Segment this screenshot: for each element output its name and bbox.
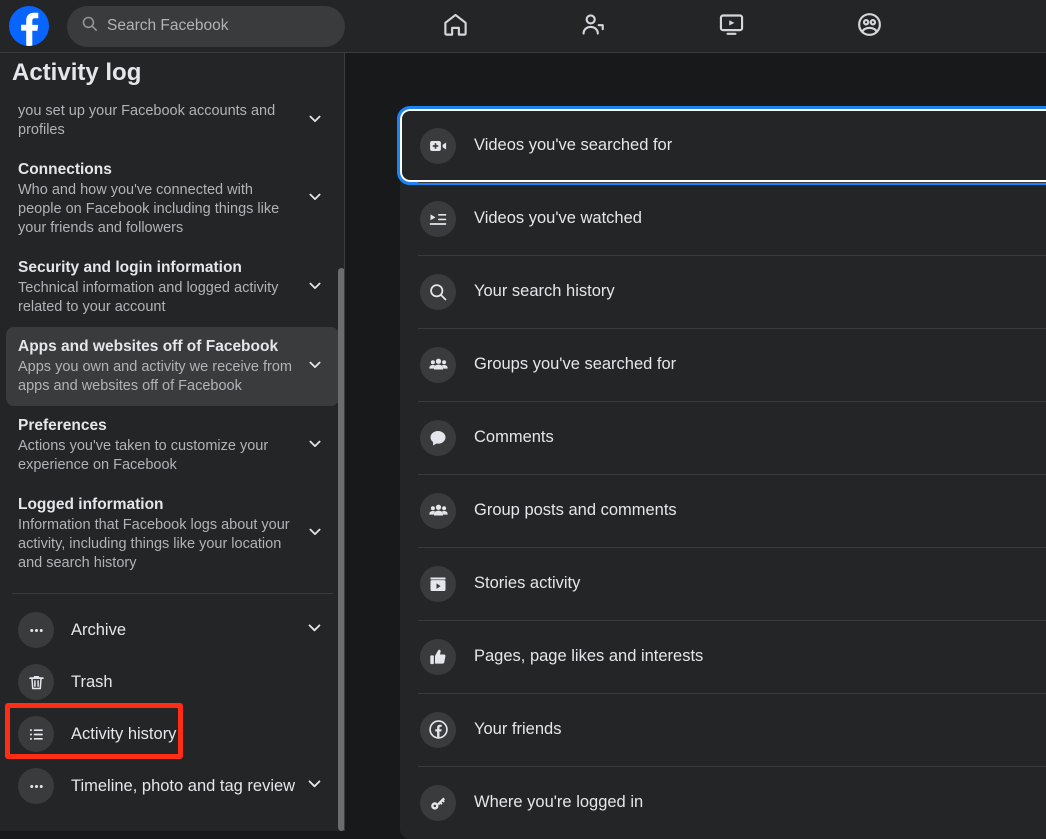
- activity-category-list: Videos you've searched for Videos you've…: [400, 109, 1046, 839]
- key-icon: [420, 785, 456, 821]
- chevron-down-icon[interactable]: [306, 619, 323, 641]
- search-placeholder: Search Facebook: [107, 17, 229, 35]
- chevron-down-icon[interactable]: [307, 524, 323, 545]
- list-icon: [18, 716, 54, 752]
- search-input[interactable]: Search Facebook: [67, 6, 345, 47]
- comment-icon: [420, 420, 456, 456]
- sidebar-item-activity-history[interactable]: Activity history: [6, 708, 339, 760]
- sidebar-section-title: Connections: [18, 160, 297, 180]
- list-item-group-posts-and-comments[interactable]: Group posts and comments: [400, 474, 1046, 547]
- list-item-label: Comments: [474, 428, 554, 447]
- list-item-videos-watched[interactable]: Videos you've watched: [400, 182, 1046, 255]
- facebook-icon: [420, 712, 456, 748]
- list-item-pages-likes-interests[interactable]: Pages, page likes and interests: [400, 620, 1046, 693]
- list-item-groups-searched-for[interactable]: Groups you've searched for: [400, 328, 1046, 401]
- main-content: Videos you've searched for Videos you've…: [345, 53, 1046, 831]
- groups-icon: [420, 493, 456, 529]
- list-item-label: Pages, page likes and interests: [474, 647, 703, 666]
- top-navigation-bar: Search Facebook: [0, 0, 1046, 53]
- sidebar-section-preferences[interactable]: Preferences Actions you've taken to cust…: [6, 406, 339, 485]
- thumbs-up-icon: [420, 639, 456, 675]
- list-item-search-history[interactable]: Your search history: [400, 255, 1046, 328]
- chevron-down-icon[interactable]: [307, 356, 323, 377]
- list-item-your-friends[interactable]: Your friends: [400, 693, 1046, 766]
- nav-watch-button[interactable]: [676, 0, 786, 53]
- sidebar-section-description: Apps you own and activity we receive fro…: [18, 358, 297, 396]
- chevron-down-icon[interactable]: [307, 435, 323, 456]
- search-icon: [81, 15, 98, 37]
- list-item-label: Stories activity: [474, 574, 580, 593]
- friends-icon: [580, 11, 607, 43]
- sidebar-section-title: Preferences: [18, 416, 297, 436]
- sidebar-section-description: Information that Facebook logs about you…: [18, 516, 297, 573]
- groups-icon: [420, 347, 456, 383]
- search-icon: [420, 274, 456, 310]
- sidebar: you set up your Facebook accounts and pr…: [0, 53, 345, 831]
- sidebar-scrollbar[interactable]: [338, 268, 345, 831]
- sidebar-section-connections[interactable]: Connections Who and how you've connected…: [6, 150, 339, 248]
- nav-button-group: [400, 0, 924, 53]
- sidebar-item-label: Trash: [71, 673, 113, 692]
- facebook-logo[interactable]: [9, 6, 49, 46]
- sidebar-item-trash[interactable]: Trash: [6, 656, 339, 708]
- ellipsis-icon: [18, 612, 54, 648]
- sidebar-item-label: Archive: [71, 621, 126, 640]
- stories-icon: [420, 566, 456, 602]
- sidebar-section-logged-information[interactable]: Logged information Information that Face…: [6, 485, 339, 583]
- list-item-comments[interactable]: Comments: [400, 401, 1046, 474]
- video-plus-icon: [420, 128, 456, 164]
- list-item-label: Where you're logged in: [474, 793, 643, 812]
- sidebar-section-description: you set up your Facebook accounts and pr…: [18, 102, 297, 140]
- home-icon: [442, 11, 469, 43]
- chevron-down-icon[interactable]: [307, 189, 323, 210]
- sidebar-section-description: Actions you've taken to customize your e…: [18, 437, 297, 475]
- list-item-label: Your friends: [474, 720, 561, 739]
- list-item-videos-searched-for[interactable]: Videos you've searched for: [400, 109, 1046, 182]
- list-item-stories-activity[interactable]: Stories activity: [400, 547, 1046, 620]
- chevron-down-icon[interactable]: [307, 277, 323, 298]
- sidebar-section-title: Security and login information: [18, 258, 297, 278]
- sidebar-section-security-and-login[interactable]: Security and login information Technical…: [6, 248, 339, 327]
- sidebar-divider: [12, 593, 333, 594]
- sidebar-item-label: Activity history: [71, 725, 176, 744]
- sidebar-item-label: Timeline, photo and tag review: [71, 777, 295, 796]
- list-item-label: Videos you've watched: [474, 209, 642, 228]
- trash-icon: [18, 664, 54, 700]
- video-icon: [718, 11, 745, 43]
- list-item-label: Group posts and comments: [474, 501, 677, 520]
- sidebar-item-archive[interactable]: Archive: [6, 604, 339, 656]
- chevron-down-icon[interactable]: [306, 775, 323, 797]
- nav-home-button[interactable]: [400, 0, 510, 53]
- nav-friends-button[interactable]: [538, 0, 648, 53]
- sidebar-section-apps-and-websites[interactable]: Apps and websites off of Facebook Apps y…: [6, 327, 339, 406]
- nav-groups-button[interactable]: [814, 0, 924, 53]
- sidebar-section-title: Logged information: [18, 495, 297, 515]
- sidebar-section-description: Who and how you've connected with people…: [18, 181, 297, 238]
- list-item-label: Videos you've searched for: [474, 136, 672, 155]
- list-item-label: Your search history: [474, 282, 615, 301]
- list-item-where-logged-in[interactable]: Where you're logged in: [400, 766, 1046, 839]
- sidebar-item-timeline-photo-tag-review[interactable]: Timeline, photo and tag review: [6, 760, 339, 812]
- list-item-label: Groups you've searched for: [474, 355, 676, 374]
- sidebar-section-title: Apps and websites off of Facebook: [18, 337, 297, 357]
- sidebar-section-description: Technical information and logged activit…: [18, 279, 297, 317]
- sidebar-scroll-area: you set up your Facebook accounts and pr…: [0, 53, 345, 831]
- chevron-down-icon[interactable]: [307, 110, 323, 131]
- ellipsis-icon: [18, 768, 54, 804]
- page-title: Activity log: [0, 53, 345, 100]
- video-playlist-icon: [420, 201, 456, 237]
- groups-icon: [856, 11, 883, 43]
